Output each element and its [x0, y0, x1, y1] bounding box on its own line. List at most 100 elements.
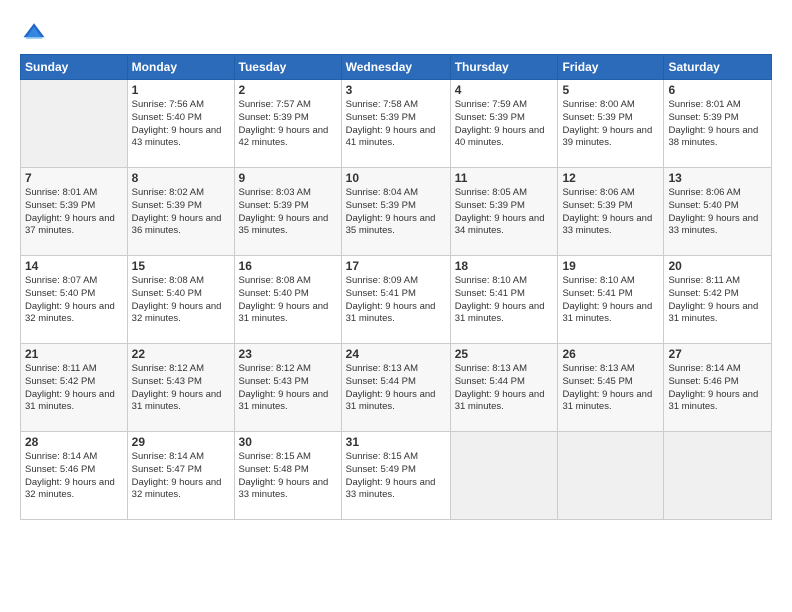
day-info: Sunrise: 8:12 AMSunset: 5:43 PMDaylight:…: [132, 363, 230, 414]
calendar-cell: 25Sunrise: 8:13 AMSunset: 5:44 PMDayligh…: [450, 344, 558, 432]
calendar-cell: 26 Sunrise: 8:13 AMSunset: 5:45 PMDayligh…: [558, 344, 664, 432]
day-number: 12: [562, 171, 659, 185]
calendar-cell: 8 Sunrise: 8:02 AMSunset: 5:39 PMDaylight…: [127, 168, 234, 256]
calendar-cell: 28 Sunrise: 8:14 AMSunset: 5:46 PMDayligh…: [21, 432, 128, 520]
day-number: 29: [132, 435, 230, 449]
day-number: 9: [239, 171, 337, 185]
day-number: 31: [346, 435, 446, 449]
day-number: 4: [455, 83, 554, 97]
day-number: 16: [239, 259, 337, 273]
calendar-cell: 11 Sunrise: 8:05 AMSunset: 5:39 PMDayligh…: [450, 168, 558, 256]
day-number: 3: [346, 83, 446, 97]
calendar-cell: [558, 432, 664, 520]
day-info: Sunrise: 7:57 AMSunset: 5:39 PMDaylight:…: [239, 99, 337, 150]
calendar-cell: 7Sunrise: 8:01 AMSunset: 5:39 PMDaylight…: [21, 168, 128, 256]
day-info: Sunrise: 8:05 AMSunset: 5:39 PMDaylight:…: [455, 187, 554, 238]
day-info: Sunrise: 8:01 AMSunset: 5:39 PMDaylight:…: [25, 187, 123, 238]
day-number: 21: [25, 347, 123, 361]
calendar-cell: 24 Sunrise: 8:13 AMSunset: 5:44 PMDayligh…: [341, 344, 450, 432]
calendar-cell: [21, 80, 128, 168]
day-info: Sunrise: 8:01 AMSunset: 5:39 PMDaylight:…: [668, 99, 767, 150]
weekday-header-tuesday: Tuesday: [234, 55, 341, 80]
day-number: 17: [346, 259, 446, 273]
weekday-header-friday: Friday: [558, 55, 664, 80]
day-info: Sunrise: 8:10 AMSunset: 5:41 PMDaylight:…: [455, 275, 554, 326]
day-number: 30: [239, 435, 337, 449]
day-number: 15: [132, 259, 230, 273]
calendar-cell: [450, 432, 558, 520]
day-info: Sunrise: 8:11 AMSunset: 5:42 PMDaylight:…: [668, 275, 767, 326]
calendar-cell: 1Sunrise: 7:56 AMSunset: 5:40 PMDaylight…: [127, 80, 234, 168]
calendar-week-1: 1Sunrise: 7:56 AMSunset: 5:40 PMDaylight…: [21, 80, 772, 168]
day-info: Sunrise: 8:00 AMSunset: 5:39 PMDaylight:…: [562, 99, 659, 150]
day-number: 18: [455, 259, 554, 273]
day-info: Sunrise: 7:56 AMSunset: 5:40 PMDaylight:…: [132, 99, 230, 150]
logo-icon: [20, 18, 48, 46]
day-info: Sunrise: 8:15 AMSunset: 5:49 PMDaylight:…: [346, 451, 446, 502]
calendar-cell: 5 Sunrise: 8:00 AMSunset: 5:39 PMDaylight…: [558, 80, 664, 168]
day-number: 22: [132, 347, 230, 361]
calendar-cell: 31 Sunrise: 8:15 AMSunset: 5:49 PMDayligh…: [341, 432, 450, 520]
day-info: Sunrise: 8:03 AMSunset: 5:39 PMDaylight:…: [239, 187, 337, 238]
day-number: 25: [455, 347, 554, 361]
day-number: 13: [668, 171, 767, 185]
calendar-table: SundayMondayTuesdayWednesdayThursdayFrid…: [20, 54, 772, 520]
weekday-header-sunday: Sunday: [21, 55, 128, 80]
day-number: 24: [346, 347, 446, 361]
day-info: Sunrise: 8:14 AMSunset: 5:47 PMDaylight:…: [132, 451, 230, 502]
calendar-cell: 14 Sunrise: 8:07 AMSunset: 5:40 PMDayligh…: [21, 256, 128, 344]
day-number: 28: [25, 435, 123, 449]
calendar-cell: [664, 432, 772, 520]
calendar-cell: 4 Sunrise: 7:59 AMSunset: 5:39 PMDaylight…: [450, 80, 558, 168]
day-info: Sunrise: 7:58 AMSunset: 5:39 PMDaylight:…: [346, 99, 446, 150]
calendar-cell: 9 Sunrise: 8:03 AMSunset: 5:39 PMDaylight…: [234, 168, 341, 256]
calendar-cell: 20Sunrise: 8:11 AMSunset: 5:42 PMDayligh…: [664, 256, 772, 344]
calendar-cell: 6 Sunrise: 8:01 AMSunset: 5:39 PMDaylight…: [664, 80, 772, 168]
calendar-week-5: 28 Sunrise: 8:14 AMSunset: 5:46 PMDayligh…: [21, 432, 772, 520]
day-number: 23: [239, 347, 337, 361]
day-info: Sunrise: 8:13 AMSunset: 5:44 PMDaylight:…: [346, 363, 446, 414]
weekday-header-saturday: Saturday: [664, 55, 772, 80]
day-number: 14: [25, 259, 123, 273]
calendar-cell: 18 Sunrise: 8:10 AMSunset: 5:41 PMDayligh…: [450, 256, 558, 344]
calendar-cell: 27Sunrise: 8:14 AMSunset: 5:46 PMDayligh…: [664, 344, 772, 432]
weekday-header-thursday: Thursday: [450, 55, 558, 80]
day-info: Sunrise: 8:12 AMSunset: 5:43 PMDaylight:…: [239, 363, 337, 414]
day-number: 10: [346, 171, 446, 185]
weekday-header-monday: Monday: [127, 55, 234, 80]
calendar-header-row: SundayMondayTuesdayWednesdayThursdayFrid…: [21, 55, 772, 80]
calendar-cell: 15 Sunrise: 8:08 AMSunset: 5:40 PMDayligh…: [127, 256, 234, 344]
calendar-cell: 16 Sunrise: 8:08 AMSunset: 5:40 PMDayligh…: [234, 256, 341, 344]
calendar-cell: 23 Sunrise: 8:12 AMSunset: 5:43 PMDayligh…: [234, 344, 341, 432]
day-info: Sunrise: 7:59 AMSunset: 5:39 PMDaylight:…: [455, 99, 554, 150]
calendar-cell: 10 Sunrise: 8:04 AMSunset: 5:39 PMDayligh…: [341, 168, 450, 256]
day-number: 2: [239, 83, 337, 97]
calendar-week-2: 7Sunrise: 8:01 AMSunset: 5:39 PMDaylight…: [21, 168, 772, 256]
calendar-cell: 2 Sunrise: 7:57 AMSunset: 5:39 PMDaylight…: [234, 80, 341, 168]
calendar-cell: 13 Sunrise: 8:06 AMSunset: 5:40 PMDayligh…: [664, 168, 772, 256]
day-number: 5: [562, 83, 659, 97]
calendar-cell: 29 Sunrise: 8:14 AMSunset: 5:47 PMDayligh…: [127, 432, 234, 520]
calendar-week-4: 21Sunrise: 8:11 AMSunset: 5:42 PMDayligh…: [21, 344, 772, 432]
day-info: Sunrise: 8:10 AMSunset: 5:41 PMDaylight:…: [562, 275, 659, 326]
day-info: Sunrise: 8:04 AMSunset: 5:39 PMDaylight:…: [346, 187, 446, 238]
day-info: Sunrise: 8:06 AMSunset: 5:40 PMDaylight:…: [668, 187, 767, 238]
day-info: Sunrise: 8:08 AMSunset: 5:40 PMDaylight:…: [132, 275, 230, 326]
day-info: Sunrise: 8:08 AMSunset: 5:40 PMDaylight:…: [239, 275, 337, 326]
calendar-cell: 19Sunrise: 8:10 AMSunset: 5:41 PMDayligh…: [558, 256, 664, 344]
day-info: Sunrise: 8:09 AMSunset: 5:41 PMDaylight:…: [346, 275, 446, 326]
day-info: Sunrise: 8:07 AMSunset: 5:40 PMDaylight:…: [25, 275, 123, 326]
day-info: Sunrise: 8:13 AMSunset: 5:45 PMDaylight:…: [562, 363, 659, 414]
day-number: 11: [455, 171, 554, 185]
calendar-cell: 30Sunrise: 8:15 AMSunset: 5:48 PMDayligh…: [234, 432, 341, 520]
day-info: Sunrise: 8:14 AMSunset: 5:46 PMDaylight:…: [25, 451, 123, 502]
logo: [20, 18, 52, 46]
day-number: 26: [562, 347, 659, 361]
calendar-cell: 21Sunrise: 8:11 AMSunset: 5:42 PMDayligh…: [21, 344, 128, 432]
calendar-week-3: 14 Sunrise: 8:07 AMSunset: 5:40 PMDayligh…: [21, 256, 772, 344]
calendar-cell: 12Sunrise: 8:06 AMSunset: 5:39 PMDayligh…: [558, 168, 664, 256]
day-info: Sunrise: 8:02 AMSunset: 5:39 PMDaylight:…: [132, 187, 230, 238]
day-number: 8: [132, 171, 230, 185]
day-number: 27: [668, 347, 767, 361]
day-number: 6: [668, 83, 767, 97]
